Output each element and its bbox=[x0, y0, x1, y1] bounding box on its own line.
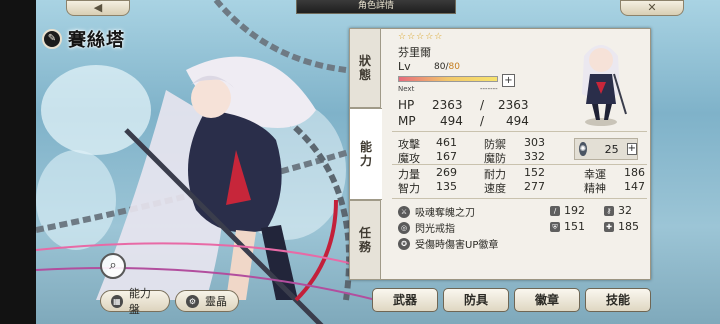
tab-armor[interactable]: 防具 bbox=[443, 288, 509, 312]
equipment-badge-name: 受傷時傷害UP徽章 bbox=[415, 240, 499, 251]
stat-points-box: ✺ 25 + bbox=[574, 138, 638, 160]
key-icon: ⚷ bbox=[604, 205, 614, 216]
mp-current: 494 bbox=[440, 114, 463, 128]
exp-bar-fill bbox=[399, 77, 497, 81]
tab-ability-char-1: 能 bbox=[359, 140, 372, 154]
badge-icon: ✪ bbox=[398, 237, 410, 250]
equip-atk-stat: / 192 bbox=[550, 204, 585, 217]
shield-value: 151 bbox=[564, 220, 585, 233]
tab-status-char-1: 狀 bbox=[358, 54, 371, 68]
level-max: 80 bbox=[448, 62, 460, 72]
equipment-weapon-name: 吸魂奪魄之刀 bbox=[415, 208, 475, 219]
tab-status[interactable]: 狀 態 bbox=[349, 28, 381, 108]
equipment-item-weapon[interactable]: ⚔ 吸魂奪魄之刀 bbox=[398, 204, 475, 219]
mp-label: MP bbox=[398, 114, 416, 128]
exp-add-button[interactable]: + bbox=[502, 74, 515, 87]
int-value: 135 bbox=[436, 180, 457, 193]
spiral-icon: ✺ bbox=[579, 142, 587, 156]
mp-max: 494 bbox=[506, 114, 529, 128]
character-chibi-portrait bbox=[582, 45, 627, 126]
tab-ability[interactable]: 能 力 bbox=[349, 108, 382, 200]
luck-value: 186 bbox=[624, 166, 645, 179]
close-icon: ✕ bbox=[647, 1, 657, 14]
back-button[interactable]: ◀ bbox=[66, 0, 130, 16]
mp-separator: / bbox=[480, 114, 485, 128]
spd-label: 速度 bbox=[484, 182, 506, 195]
cross-shield-icon: ✚ bbox=[604, 221, 614, 232]
level-value: 80/80 bbox=[434, 62, 460, 72]
tab-weapon[interactable]: 武器 bbox=[372, 288, 438, 312]
tab-mission-char-2: 務 bbox=[358, 240, 371, 254]
level-current: 80/ bbox=[434, 62, 449, 72]
divider bbox=[392, 131, 647, 132]
tab-mission-char-1: 任 bbox=[358, 226, 371, 240]
left-edge-strip bbox=[0, 0, 36, 324]
ability-board-button[interactable]: ▦ 能力盤 bbox=[100, 287, 170, 316]
tab-status-char-2: 態 bbox=[358, 68, 371, 82]
tab-ability-char-2: 力 bbox=[359, 154, 372, 168]
rarity-stars: ☆☆☆☆☆ bbox=[398, 32, 444, 42]
equipment-item-ring[interactable]: ◎ 閃光戒指 bbox=[398, 220, 455, 235]
hp-current: 2363 bbox=[432, 98, 463, 112]
end-value: 152 bbox=[524, 166, 545, 179]
screen-title-bar: 角色詳情 bbox=[296, 0, 456, 14]
spr-value: 147 bbox=[624, 180, 645, 193]
mdef-value: 332 bbox=[524, 150, 545, 163]
cross-value: 185 bbox=[618, 220, 639, 233]
arrow-left-icon: ◀ bbox=[93, 1, 103, 14]
divider bbox=[392, 198, 647, 199]
character-name: 芬里爾 bbox=[398, 46, 431, 59]
equipment-ring-name: 閃光戒指 bbox=[415, 224, 455, 235]
exp-bar bbox=[398, 76, 498, 82]
close-button[interactable]: ✕ bbox=[620, 0, 684, 16]
equipment-item-badge[interactable]: ✪ 受傷時傷害UP徽章 bbox=[398, 236, 498, 251]
ring-icon: ◎ bbox=[398, 221, 410, 234]
gear-icon: ⚙ bbox=[186, 294, 199, 308]
next-label: Next bbox=[398, 85, 415, 93]
spd-value: 277 bbox=[524, 180, 545, 193]
shield-icon: ⛨ bbox=[550, 221, 560, 232]
equip-def-stat: ⛨ 151 bbox=[550, 220, 585, 233]
stat-points-value: 25 bbox=[604, 142, 619, 156]
pen-icon: ✎ bbox=[42, 29, 62, 49]
character-title-name: 賽絲塔 bbox=[68, 30, 125, 51]
atk-value: 461 bbox=[436, 136, 457, 149]
str-value: 269 bbox=[436, 166, 457, 179]
hp-max: 2363 bbox=[498, 98, 529, 112]
panel-content: ☆☆☆☆☆ 芬里爾 Lv 80/80 + Next ------- HP 236… bbox=[382, 28, 651, 280]
tab-mission[interactable]: 任 務 bbox=[349, 200, 381, 280]
tab-skill[interactable]: 技能 bbox=[585, 288, 651, 312]
character-name-plate: ✎ 賽絲塔 bbox=[42, 28, 125, 51]
zoom-artwork-button[interactable]: ⌕ bbox=[100, 253, 126, 279]
def-value: 303 bbox=[524, 136, 545, 149]
sword-icon: / bbox=[550, 205, 560, 216]
stat-points-add-button[interactable]: + bbox=[626, 143, 637, 155]
equip-matk-stat: ⚷ 32 bbox=[604, 204, 632, 217]
spr-label: 精神 bbox=[584, 182, 606, 195]
magnify-icon: ⌕ bbox=[109, 258, 117, 273]
screen-title: 角色詳情 bbox=[357, 1, 394, 11]
grid-icon: ▦ bbox=[111, 294, 123, 308]
relic-button[interactable]: ⚙ 靈晶 bbox=[175, 290, 239, 312]
tab-badge[interactable]: 徽章 bbox=[514, 288, 580, 312]
int-label: 智力 bbox=[398, 182, 420, 195]
key-value: 32 bbox=[618, 204, 632, 217]
hp-separator: / bbox=[480, 98, 485, 112]
ability-board-label: 能力盤 bbox=[128, 287, 151, 316]
sword-value: 192 bbox=[564, 204, 585, 217]
level-label: Lv bbox=[398, 60, 411, 73]
game-screen: ◀ 角色詳情 ✕ ✎ 賽絲塔 ⌕ ▦ 能力盤 ⚙ 靈晶 狀 態 能 力 任 務 … bbox=[0, 0, 720, 324]
next-value: ------- bbox=[480, 85, 498, 93]
divider bbox=[392, 164, 647, 165]
equip-mdef-stat: ✚ 185 bbox=[604, 220, 639, 233]
relic-label: 靈晶 bbox=[205, 295, 227, 308]
matk-value: 167 bbox=[436, 150, 457, 163]
hp-label: HP bbox=[398, 98, 415, 112]
blade-icon: ⚔ bbox=[398, 205, 410, 218]
